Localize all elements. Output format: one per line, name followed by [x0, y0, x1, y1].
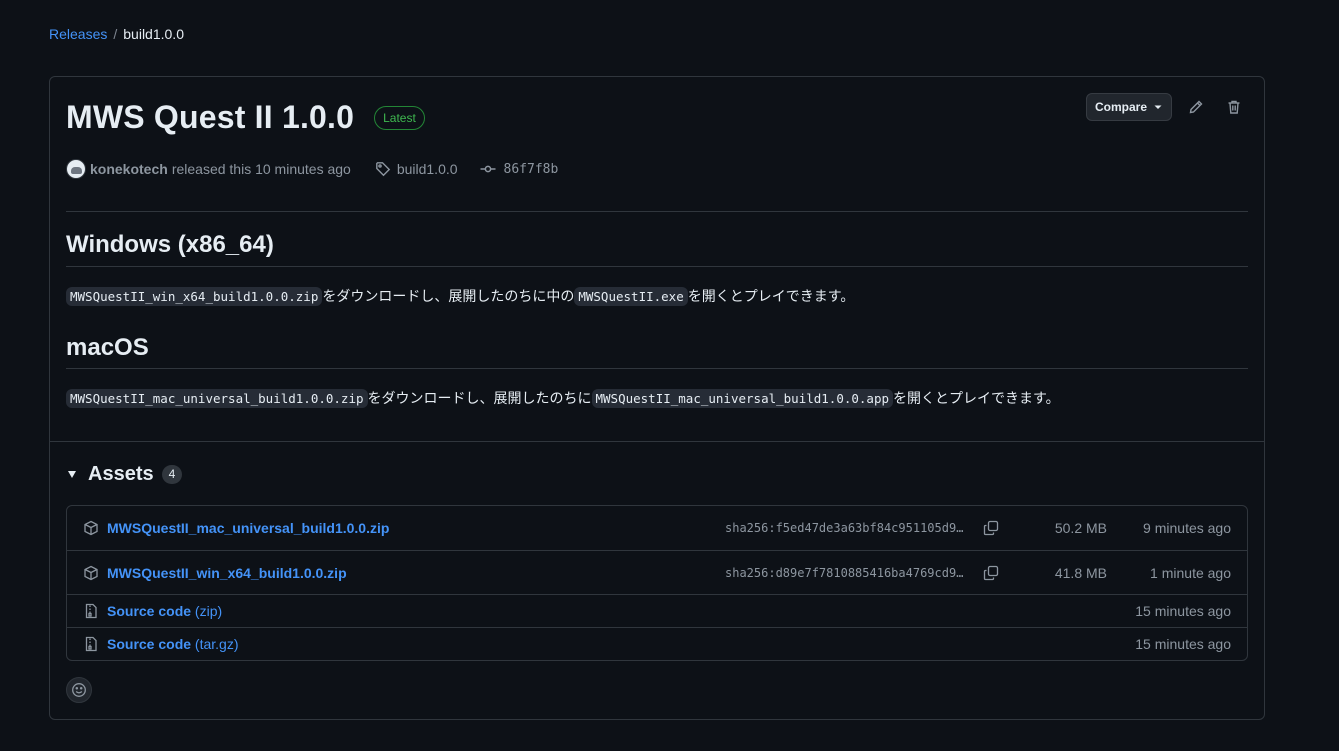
macos-heading: macOS	[66, 334, 149, 361]
triangle-down-icon	[1154, 105, 1162, 109]
git-commit-icon	[480, 165, 496, 173]
source-code-label: Source code	[107, 603, 192, 619]
asset-link[interactable]: MWSQuestII_win_x64_build1.0.0.zip	[107, 565, 347, 581]
latest-badge: Latest	[374, 105, 425, 130]
source-code-format: (zip)	[194, 603, 223, 619]
release-card: MWS Quest II 1.0.0 Latest Compare koneko…	[49, 76, 1265, 720]
assets-title: Assets	[88, 463, 154, 485]
asset-size: 50.2 MB	[1054, 520, 1107, 536]
asset-sha: sha256:f5ed47de3a63bf84c951105d9…	[725, 521, 964, 535]
asset-time: 1 minute ago	[1150, 564, 1231, 581]
source-code-targz-link[interactable]: Source code (tar.gz)	[107, 636, 239, 652]
breadcrumb-releases-link[interactable]: Releases	[49, 26, 107, 42]
assets-list: MWSQuestII_mac_universal_build1.0.0.zip …	[66, 505, 1248, 661]
asset-time: 15 minutes ago	[1135, 603, 1231, 619]
release-actions: Compare	[1085, 93, 1248, 121]
tag-link[interactable]: build1.0.0	[375, 161, 458, 177]
windows-exe-code: MWSQuestII.exe	[574, 286, 688, 306]
author-link[interactable]: konekotech	[90, 161, 168, 177]
windows-text-1: をダウンロードし、展開したのちに中の	[322, 288, 575, 304]
release-title[interactable]: MWS Quest II 1.0.0	[66, 99, 354, 136]
compare-button[interactable]: Compare	[1085, 93, 1172, 121]
copy-icon[interactable]	[983, 520, 999, 536]
header-divider	[66, 211, 1248, 212]
asset-time: 15 minutes ago	[1135, 636, 1231, 652]
edit-pencil-icon[interactable]	[1182, 93, 1210, 121]
asset-sha: sha256:d89e7f7810885416ba4769cd9…	[725, 565, 964, 580]
windows-zip-code: MWSQuestII_win_x64_build1.0.0.zip	[66, 286, 323, 306]
release-header: MWS Quest II 1.0.0 Latest	[66, 99, 425, 136]
file-zip-icon	[83, 636, 99, 652]
windows-heading: Windows (x86_64)	[66, 231, 274, 258]
macos-heading-divider	[66, 368, 1248, 369]
mac-text-2: を開くとプレイできます。	[893, 390, 1060, 406]
release-meta: konekotech released this 10 minutes ago …	[66, 159, 558, 179]
triangle-down-icon	[68, 471, 76, 478]
avatar[interactable]	[66, 159, 86, 179]
tag-label: build1.0.0	[396, 161, 458, 177]
commit-hash: 86f7f8b	[503, 161, 559, 177]
windows-heading-divider	[66, 266, 1248, 267]
tag-icon	[375, 162, 391, 177]
mac-zip-code: MWSQuestII_mac_universal_build1.0.0.zip	[66, 388, 368, 408]
windows-text-2: を開くとプレイできます。	[687, 288, 855, 304]
mac-text-1: をダウンロードし、展開したのちに	[367, 390, 592, 406]
add-reaction-smiley-icon[interactable]	[66, 677, 92, 703]
compare-label: Compare	[1094, 100, 1147, 114]
windows-instructions: MWSQuestII_win_x64_build1.0.0.zip をダウンロー…	[66, 286, 854, 306]
asset-row: Source code (zip) 15 minutes ago	[67, 594, 1247, 627]
asset-row: Source code (tar.gz) 15 minutes ago	[67, 627, 1247, 660]
source-code-zip-link[interactable]: Source code (zip)	[107, 603, 222, 619]
asset-size: 41.8 MB	[1054, 564, 1107, 581]
copy-icon[interactable]	[983, 565, 999, 581]
assets-toggle[interactable]: Assets 4	[66, 463, 183, 486]
delete-trash-icon[interactable]	[1220, 93, 1248, 121]
package-icon	[83, 520, 99, 536]
commit-link[interactable]: 86f7f8b	[480, 161, 559, 177]
file-zip-icon	[83, 603, 99, 619]
breadcrumb: Releases / build1.0.0	[49, 26, 184, 42]
assets-count-badge: 4	[161, 465, 183, 484]
asset-row: MWSQuestII_mac_universal_build1.0.0.zip …	[67, 506, 1247, 550]
source-code-format: (tar.gz)	[194, 636, 239, 652]
asset-row: MWSQuestII_win_x64_build1.0.0.zip sha256…	[67, 550, 1247, 594]
source-code-label: Source code	[107, 636, 192, 652]
macos-instructions: MWSQuestII_mac_universal_build1.0.0.zip …	[66, 388, 1060, 408]
asset-link[interactable]: MWSQuestII_mac_universal_build1.0.0.zip	[107, 520, 389, 536]
released-time: released this 10 minutes ago	[171, 161, 351, 177]
asset-time: 9 minutes ago	[1143, 520, 1231, 536]
breadcrumb-separator: /	[113, 26, 118, 42]
mac-app-code: MWSQuestII_mac_universal_build1.0.0.app	[591, 388, 893, 408]
breadcrumb-current: build1.0.0	[123, 26, 184, 42]
package-icon	[83, 565, 99, 581]
assets-divider	[50, 441, 1264, 442]
